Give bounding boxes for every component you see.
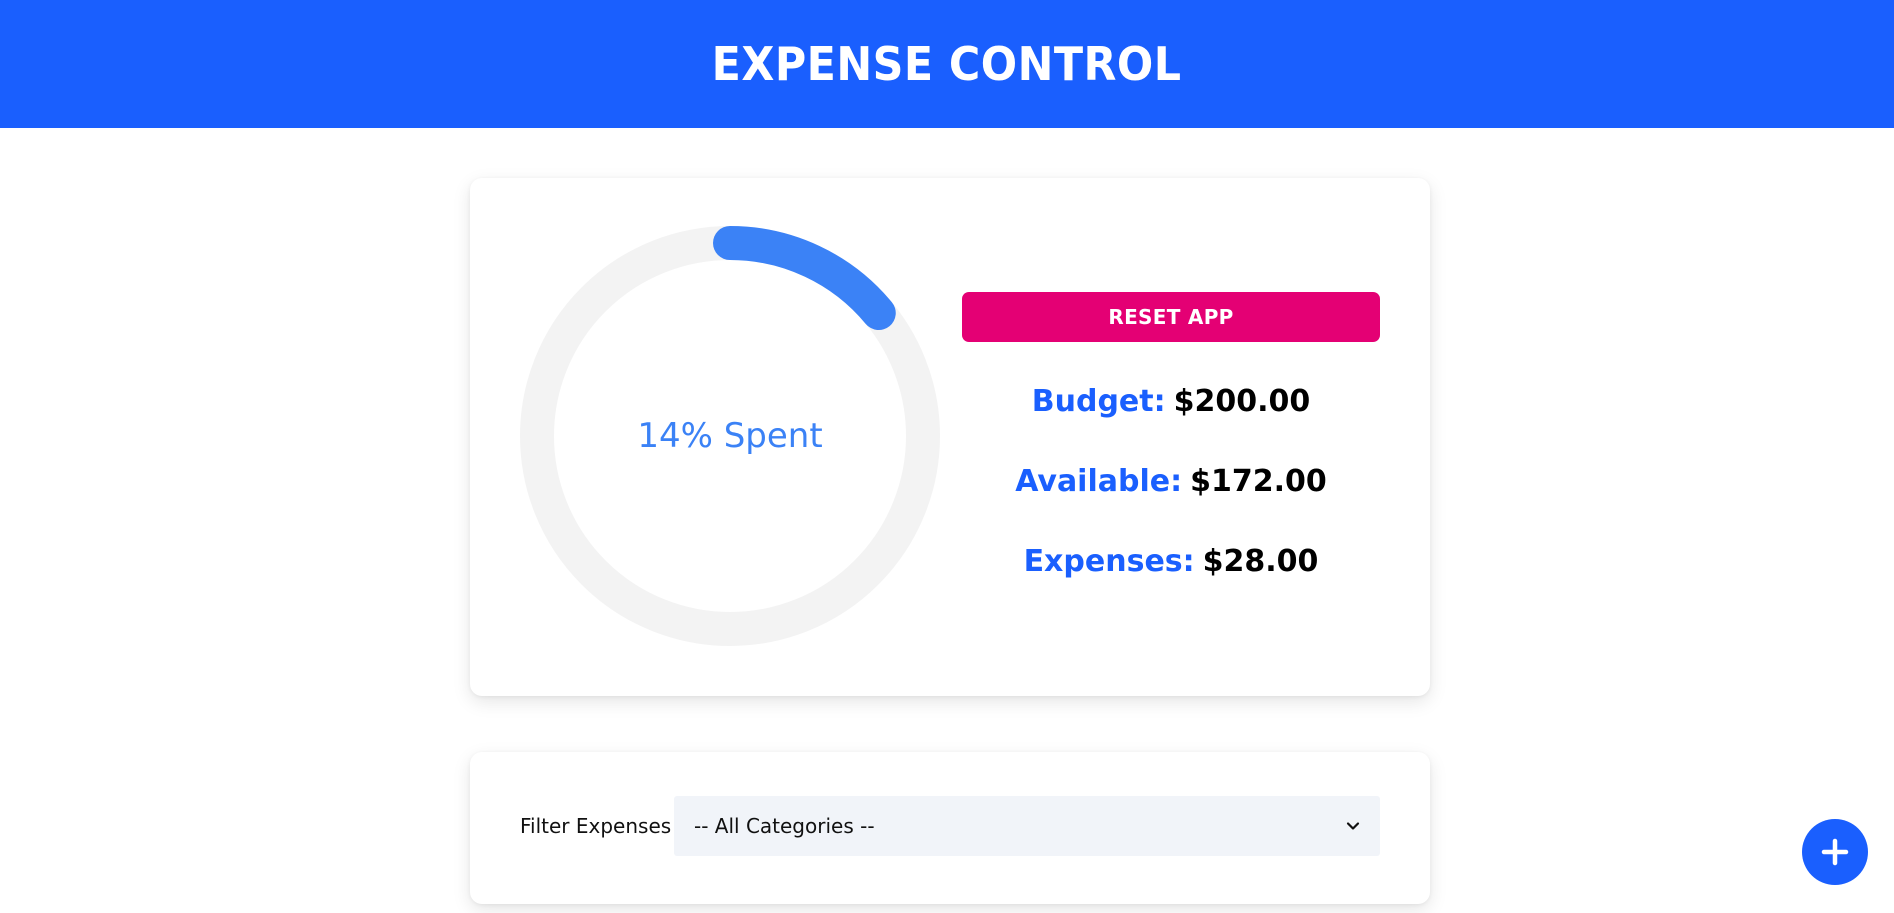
- expenses-stat: Expenses: $28.00: [962, 544, 1380, 579]
- filter-label: Filter Expenses: [520, 814, 672, 838]
- progress-label: 14% Spent: [637, 416, 823, 456]
- expenses-label: Expenses:: [1023, 544, 1195, 579]
- add-expense-button[interactable]: [1802, 819, 1868, 885]
- available-value: $172.00: [1190, 464, 1327, 499]
- filter-card: Filter Expenses -- All Categories --: [470, 752, 1430, 904]
- chevron-down-icon: [1346, 822, 1360, 830]
- reset-app-button[interactable]: RESET APP: [962, 292, 1380, 342]
- budget-value: $200.00: [1173, 384, 1311, 419]
- budget-card: 14% Spent RESET APP Budget: $200.00 Avail…: [470, 178, 1430, 696]
- app-header: EXPENSE CONTROL: [0, 0, 1894, 128]
- app-title: EXPENSE CONTROL: [712, 37, 1182, 91]
- budget-label: Budget:: [1031, 384, 1166, 419]
- category-filter-value: -- All Categories --: [694, 814, 875, 838]
- expenses-value: $28.00: [1202, 544, 1319, 579]
- available-stat: Available: $172.00: [962, 464, 1380, 499]
- category-filter-select[interactable]: -- All Categories --: [674, 796, 1380, 856]
- budget-stat: Budget: $200.00: [962, 384, 1380, 419]
- available-label: Available:: [1015, 464, 1183, 499]
- plus-icon: [1821, 838, 1849, 866]
